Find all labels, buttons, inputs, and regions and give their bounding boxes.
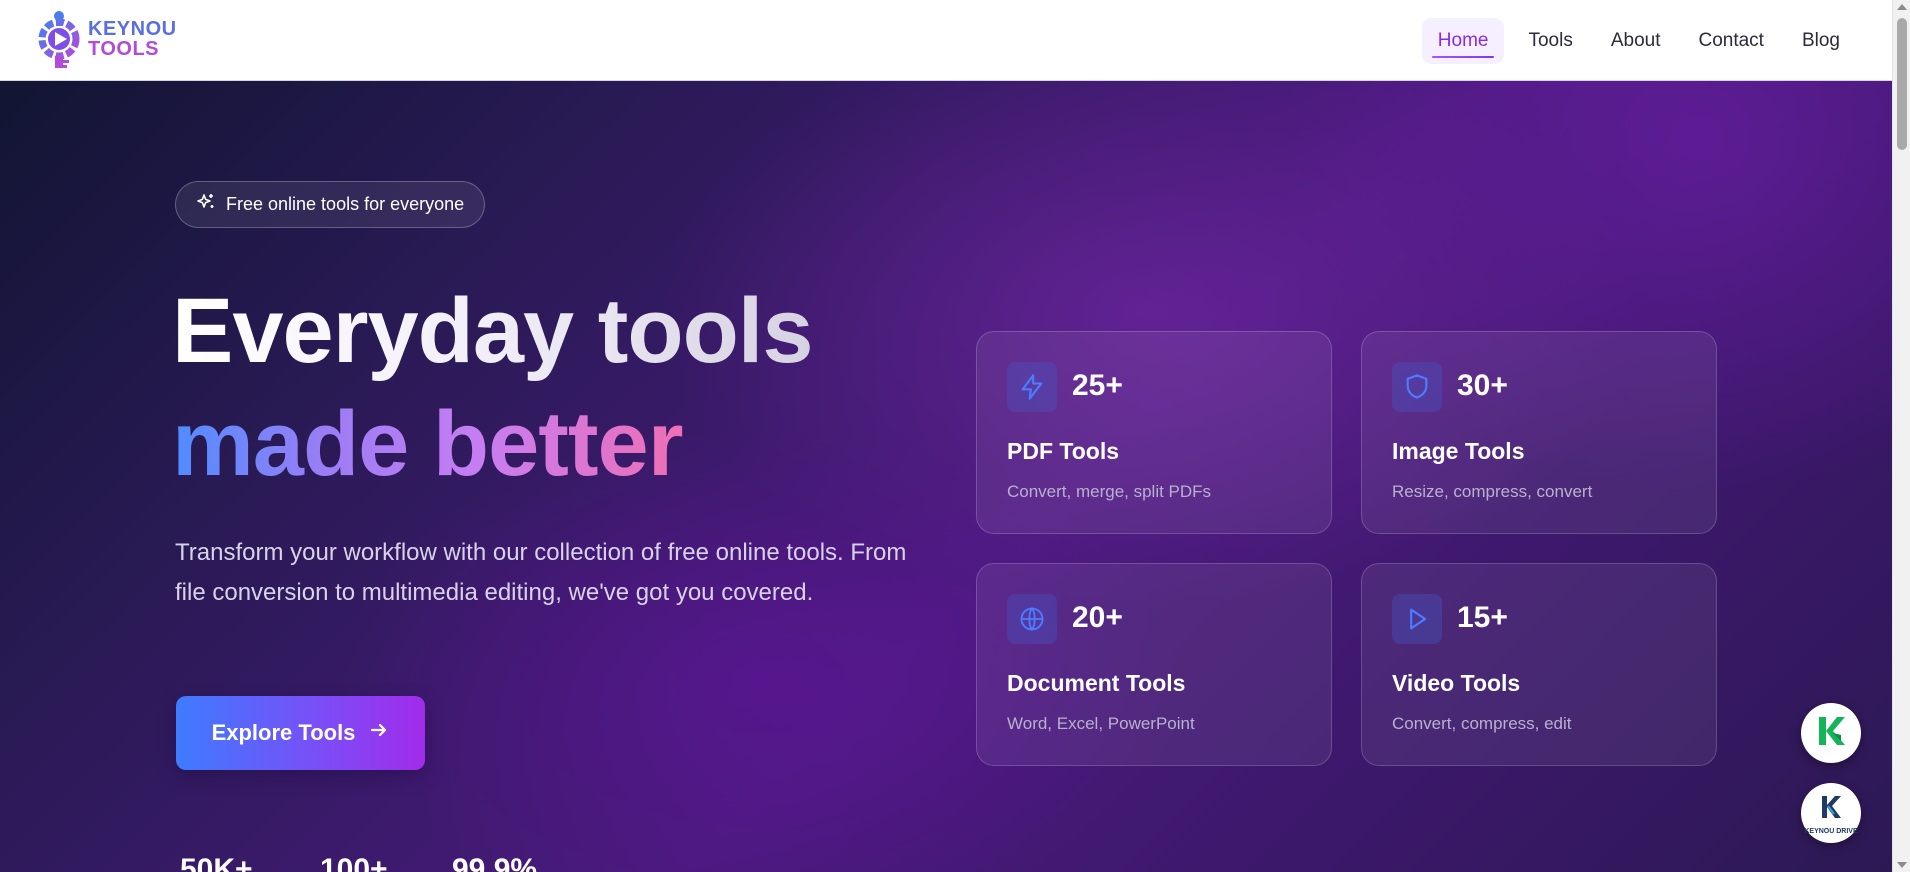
- scroll-up-arrow-icon[interactable]: [1897, 4, 1907, 10]
- card-count: 30+: [1457, 369, 1508, 402]
- card-title: Image Tools: [1392, 438, 1525, 464]
- keynou-drive-icon: [1816, 792, 1846, 827]
- hero-section: Free online tools for everyone Everyday …: [0, 81, 1892, 872]
- card-desc: Word, Excel, PowerPoint: [1007, 714, 1195, 733]
- nav-blog[interactable]: Blog: [1788, 18, 1854, 64]
- card-count: 15+: [1457, 601, 1508, 634]
- brand-logo[interactable]: KEYNOU TOOLS: [36, 8, 177, 70]
- stat-value: 100+: [320, 853, 388, 872]
- nav-tools[interactable]: Tools: [1514, 18, 1586, 64]
- hero-subtext: Transform your workflow with our collect…: [175, 539, 907, 606]
- card-title: PDF Tools: [1007, 438, 1120, 464]
- card-count: 25+: [1072, 369, 1123, 402]
- card-video-tools[interactable]: 15+ Video Tools Convert, compress, edit: [1361, 563, 1717, 766]
- explore-tools-label: Explore Tools: [211, 720, 356, 745]
- top-navbar: KEYNOU TOOLS Home Tools About Contact Bl…: [0, 0, 1892, 81]
- sparkle-icon: [196, 192, 216, 217]
- card-desc: Convert, merge, split PDFs: [1007, 482, 1212, 501]
- card-pdf-tools[interactable]: 25+ PDF Tools Convert, merge, split PDFs: [976, 331, 1332, 534]
- hero-headline-line2: made better: [172, 389, 683, 499]
- brand-line1: KEYNOU: [88, 18, 177, 40]
- scroll-thumb[interactable]: [1897, 18, 1907, 150]
- stat-value: 50K+: [180, 853, 253, 872]
- shield-icon: [1392, 362, 1442, 412]
- globe-icon: [1007, 594, 1057, 644]
- card-image-tools[interactable]: 30+ Image Tools Resize, compress, conver…: [1361, 331, 1717, 534]
- hero-stats: 50K+ 100+ 99.9%: [180, 853, 537, 872]
- keynou-k-button[interactable]: [1801, 703, 1861, 763]
- page-scrollbar[interactable]: [1892, 0, 1910, 872]
- arrow-right-icon: [369, 720, 389, 746]
- play-icon: [1392, 594, 1442, 644]
- keynou-drive-button[interactable]: KEYNOU DRIVE: [1801, 783, 1861, 843]
- keynou-logo-icon: [36, 8, 82, 70]
- stat-value: 99.9%: [452, 853, 538, 872]
- badge-text: Free online tools for everyone: [226, 194, 465, 214]
- brand-line2: TOOLS: [88, 38, 160, 60]
- card-count: 20+: [1072, 601, 1123, 634]
- hero-badge: Free online tools for everyone: [175, 181, 486, 228]
- card-title: Video Tools: [1392, 670, 1521, 696]
- nav-contact[interactable]: Contact: [1684, 18, 1777, 64]
- main-nav: Home Tools About Contact Blog: [1421, 18, 1854, 64]
- card-document-tools[interactable]: 20+ Document Tools Word, Excel, PowerPoi…: [976, 563, 1332, 766]
- lightning-icon: [1007, 362, 1057, 412]
- card-title: Document Tools: [1007, 670, 1186, 696]
- keynou-k-icon: [1811, 711, 1851, 756]
- scroll-down-arrow-icon[interactable]: [1897, 862, 1907, 868]
- card-desc: Resize, compress, convert: [1392, 482, 1593, 501]
- keynou-drive-label: KEYNOU DRIVE: [1804, 827, 1858, 835]
- nav-home[interactable]: Home: [1421, 18, 1505, 64]
- hero-headline-line1: Everyday tools: [172, 276, 814, 386]
- card-desc: Convert, compress, edit: [1392, 714, 1572, 733]
- explore-tools-button[interactable]: Explore Tools: [176, 696, 425, 770]
- nav-about[interactable]: About: [1597, 18, 1675, 64]
